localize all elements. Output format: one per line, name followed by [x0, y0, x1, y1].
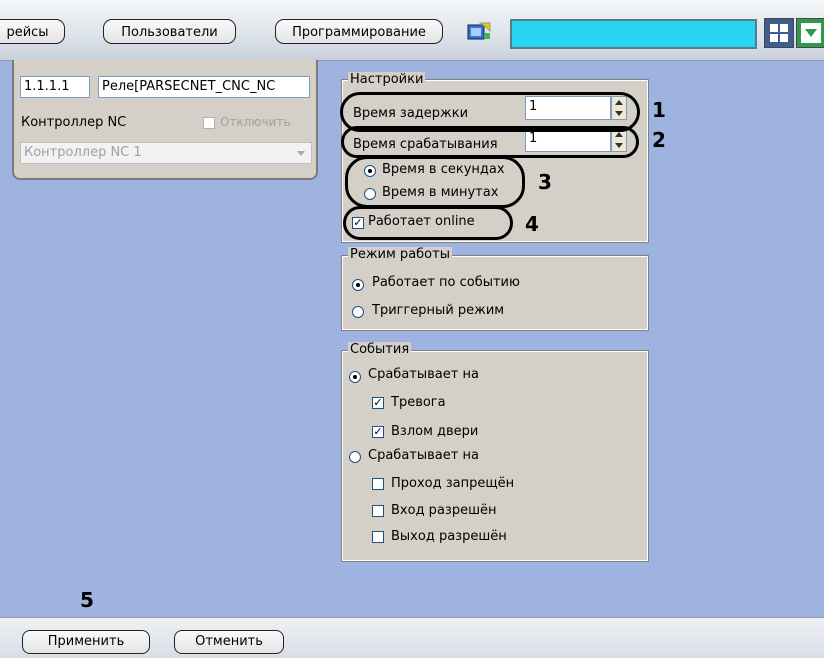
door-break-label: Взлом двери [391, 424, 479, 439]
online-label: Работает online [368, 214, 475, 229]
callout-number-1: 1 [652, 98, 666, 122]
door-break-checkbox[interactable]: ✓ [372, 426, 384, 438]
mode-title: Режим работы [348, 247, 452, 262]
entry-allowed-label: Вход разрешён [391, 503, 497, 518]
address-field[interactable]: 1.1.1.1 [20, 76, 90, 98]
seconds-label: Время в секундах [382, 162, 505, 177]
apply-button[interactable]: Применить [22, 630, 150, 654]
layout-selector[interactable] [510, 19, 757, 49]
alarm-label: Тревога [391, 395, 446, 410]
tab-label: рейсы [6, 25, 49, 40]
bottom-toolbar: Применить Отменить [0, 617, 824, 658]
disable-label: Отключить [220, 115, 291, 129]
tab-label: Пользователи [121, 25, 218, 40]
chevron-down-icon [297, 151, 305, 156]
pass-denied-checkbox[interactable] [372, 478, 384, 490]
cancel-button[interactable]: Отменить [174, 630, 284, 654]
tab-interfaces[interactable]: рейсы [0, 19, 65, 44]
mode-group [341, 255, 649, 331]
trigger-time-input[interactable]: 1 [525, 128, 611, 152]
callout-number-3: 3 [538, 170, 552, 194]
trigger-time-label: Время срабатывания [353, 137, 498, 152]
top-toolbar: рейсы Пользователи Программирование [0, 0, 824, 61]
controller-label: Контроллер NC [21, 115, 127, 130]
name-field[interactable]: Реле[PARSECNET_CNC_NC [98, 76, 310, 98]
cancel-button-label: Отменить [195, 634, 263, 649]
by-event-label: Работает по событию [372, 275, 520, 290]
online-checkbox[interactable]: ✓ [352, 217, 364, 229]
minutes-label: Время в минутах [382, 185, 499, 200]
settings-title: Настройки [348, 72, 426, 87]
grid-icon [770, 24, 788, 42]
group1-label: Срабатывает на [368, 367, 479, 382]
exit-allowed-label: Выход разрешён [391, 529, 507, 544]
disable-checkbox[interactable] [203, 117, 215, 129]
by-event-radio[interactable] [352, 279, 364, 291]
tab-users[interactable]: Пользователи [103, 19, 236, 44]
trigger-time-spinner[interactable] [611, 128, 627, 152]
object-panel: 1.1.1.1 Реле[PARSECNET_CNC_NC Контроллер… [12, 60, 318, 180]
controller-select-value: Контроллер NC 1 [24, 145, 142, 160]
trigger-mode-radio[interactable] [352, 306, 364, 318]
trigger-mode-label: Триггерный режим [372, 303, 505, 318]
exit-allowed-checkbox[interactable] [372, 531, 384, 543]
delay-input[interactable]: 1 [525, 96, 611, 120]
alarm-checkbox[interactable]: ✓ [372, 397, 384, 409]
seconds-radio[interactable] [364, 165, 376, 177]
callout-number-5: 5 [80, 588, 94, 612]
delay-label: Время задержки [353, 106, 469, 121]
tab-programming[interactable]: Программирование [275, 19, 443, 44]
callout-number-2: 2 [652, 128, 666, 152]
group2-label: Срабатывает на [368, 448, 479, 463]
delay-spinner[interactable] [611, 96, 627, 120]
tab-label: Программирование [292, 25, 426, 40]
dropdown-button[interactable] [796, 18, 824, 48]
pass-denied-label: Проход запрещён [391, 476, 515, 491]
entry-allowed-checkbox[interactable] [372, 505, 384, 517]
edit-layout-icon[interactable] [466, 21, 492, 45]
apply-button-label: Применить [47, 634, 125, 649]
group1-radio[interactable] [349, 371, 361, 383]
chevron-down-icon [801, 23, 821, 43]
minutes-radio[interactable] [364, 188, 376, 200]
group2-radio[interactable] [349, 451, 361, 463]
grid-view-button[interactable] [764, 18, 794, 48]
callout-number-4: 4 [525, 212, 539, 236]
controller-select[interactable]: Контроллер NC 1 [20, 142, 312, 164]
events-title: События [348, 342, 412, 357]
